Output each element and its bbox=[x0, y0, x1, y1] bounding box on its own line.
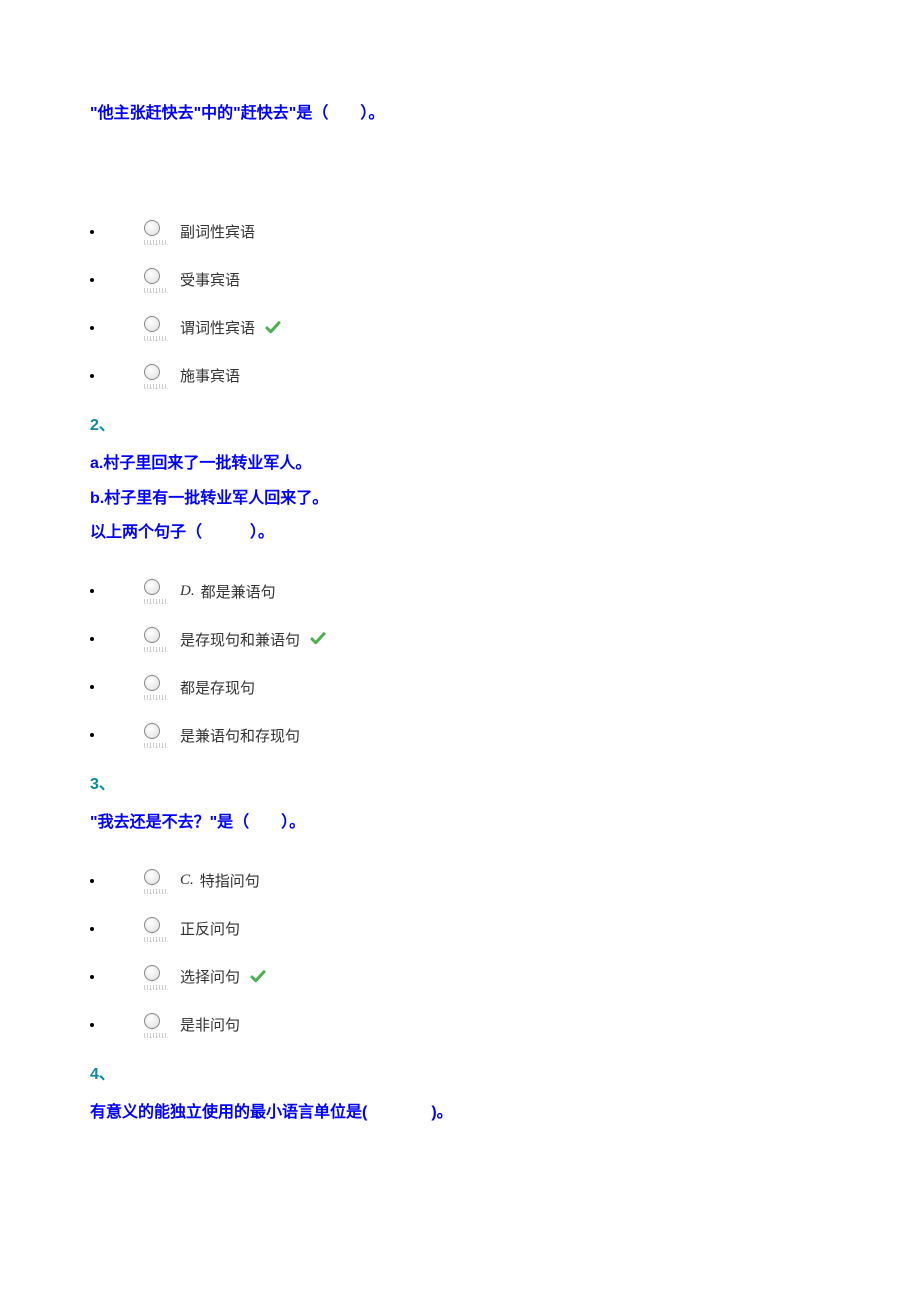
option-label: 受事宾语 bbox=[180, 269, 240, 290]
question-line: "我去还是不去？"是（ ）。 bbox=[90, 809, 830, 838]
radio-input[interactable] bbox=[144, 219, 168, 245]
checkmark-icon bbox=[308, 630, 328, 648]
option-item[interactable]: 受事宾语 bbox=[90, 267, 830, 293]
bullet-icon bbox=[90, 1023, 94, 1027]
option-item[interactable]: 是兼语句和存现句 bbox=[90, 722, 830, 748]
option-text: 都是存现句 bbox=[180, 677, 255, 698]
question-line: 有意义的能独立使用的最小语言单位是( )。 bbox=[90, 1099, 830, 1128]
question-number: 4、 bbox=[90, 1060, 830, 1084]
radio-input[interactable] bbox=[144, 868, 168, 894]
option-label: 谓词性宾语 bbox=[180, 317, 283, 338]
option-text: 都是兼语句 bbox=[201, 581, 276, 602]
option-item[interactable]: D. 都是兼语句 bbox=[90, 578, 830, 604]
bullet-icon bbox=[90, 374, 94, 378]
options-list: 副词性宾语 受事宾语 谓词性宾语 施事宾语 bbox=[90, 219, 830, 389]
question-line: a.村子里回来了一批转业军人。 bbox=[90, 450, 830, 479]
question-line: b.村子里有一批转业军人回来了。 bbox=[90, 485, 830, 514]
options-list: C. 特指问句 正反问句 选择问句 bbox=[90, 868, 830, 1038]
option-label: 是非问句 bbox=[180, 1014, 240, 1035]
bullet-icon bbox=[90, 278, 94, 282]
option-label: 选择问句 bbox=[180, 966, 268, 987]
question-line: "他主张赶快去"中的"赶快去"是（ ）。 bbox=[90, 100, 830, 129]
option-label: 正反问句 bbox=[180, 918, 240, 939]
radio-input[interactable] bbox=[144, 674, 168, 700]
option-label: 是兼语句和存现句 bbox=[180, 725, 300, 746]
question-number: 3、 bbox=[90, 770, 830, 794]
bullet-icon bbox=[90, 927, 94, 931]
bullet-icon bbox=[90, 685, 94, 689]
option-text: 副词性宾语 bbox=[180, 221, 255, 242]
option-item[interactable]: 副词性宾语 bbox=[90, 219, 830, 245]
options-list: D. 都是兼语句 是存现句和兼语句 都是存现句 bbox=[90, 578, 830, 748]
radio-input[interactable] bbox=[144, 964, 168, 990]
option-text: 是非问句 bbox=[180, 1014, 240, 1035]
option-label: D. 都是兼语句 bbox=[180, 581, 276, 602]
option-text: 受事宾语 bbox=[180, 269, 240, 290]
option-item[interactable]: 是非问句 bbox=[90, 1012, 830, 1038]
option-text: 特指问句 bbox=[200, 870, 260, 891]
question-line: 以上两个句子（ ）。 bbox=[90, 519, 830, 548]
option-item[interactable]: 正反问句 bbox=[90, 916, 830, 942]
bullet-icon bbox=[90, 733, 94, 737]
question-text: a.村子里回来了一批转业军人。 b.村子里有一批转业军人回来了。 以上两个句子（… bbox=[90, 450, 830, 548]
option-item[interactable]: 都是存现句 bbox=[90, 674, 830, 700]
bullet-icon bbox=[90, 975, 94, 979]
question-text: "他主张赶快去"中的"赶快去"是（ ）。 bbox=[90, 100, 830, 129]
radio-input[interactable] bbox=[144, 1012, 168, 1038]
option-label: 副词性宾语 bbox=[180, 221, 255, 242]
option-label: 都是存现句 bbox=[180, 677, 255, 698]
bullet-icon bbox=[90, 637, 94, 641]
option-text: 是兼语句和存现句 bbox=[180, 725, 300, 746]
option-prefix: C. bbox=[180, 872, 194, 889]
radio-input[interactable] bbox=[144, 916, 168, 942]
option-prefix: D. bbox=[180, 583, 195, 600]
question-text: 有意义的能独立使用的最小语言单位是( )。 bbox=[90, 1099, 830, 1128]
bullet-icon bbox=[90, 879, 94, 883]
option-text: 选择问句 bbox=[180, 966, 240, 987]
radio-input[interactable] bbox=[144, 626, 168, 652]
option-item[interactable]: 谓词性宾语 bbox=[90, 315, 830, 341]
radio-input[interactable] bbox=[144, 722, 168, 748]
option-label: C. 特指问句 bbox=[180, 870, 260, 891]
option-item[interactable]: 是存现句和兼语句 bbox=[90, 626, 830, 652]
option-text: 正反问句 bbox=[180, 918, 240, 939]
checkmark-icon bbox=[248, 968, 268, 986]
bullet-icon bbox=[90, 326, 94, 330]
option-item[interactable]: 选择问句 bbox=[90, 964, 830, 990]
option-item[interactable]: C. 特指问句 bbox=[90, 868, 830, 894]
question-number: 2、 bbox=[90, 411, 830, 435]
radio-input[interactable] bbox=[144, 578, 168, 604]
checkmark-icon bbox=[263, 319, 283, 337]
option-text: 施事宾语 bbox=[180, 365, 240, 386]
option-text: 谓词性宾语 bbox=[180, 317, 255, 338]
option-label: 施事宾语 bbox=[180, 365, 240, 386]
spacer bbox=[90, 159, 830, 199]
radio-input[interactable] bbox=[144, 267, 168, 293]
bullet-icon bbox=[90, 230, 94, 234]
bullet-icon bbox=[90, 589, 94, 593]
radio-input[interactable] bbox=[144, 363, 168, 389]
option-text: 是存现句和兼语句 bbox=[180, 629, 300, 650]
question-text: "我去还是不去？"是（ ）。 bbox=[90, 809, 830, 838]
radio-input[interactable] bbox=[144, 315, 168, 341]
option-label: 是存现句和兼语句 bbox=[180, 629, 328, 650]
option-item[interactable]: 施事宾语 bbox=[90, 363, 830, 389]
